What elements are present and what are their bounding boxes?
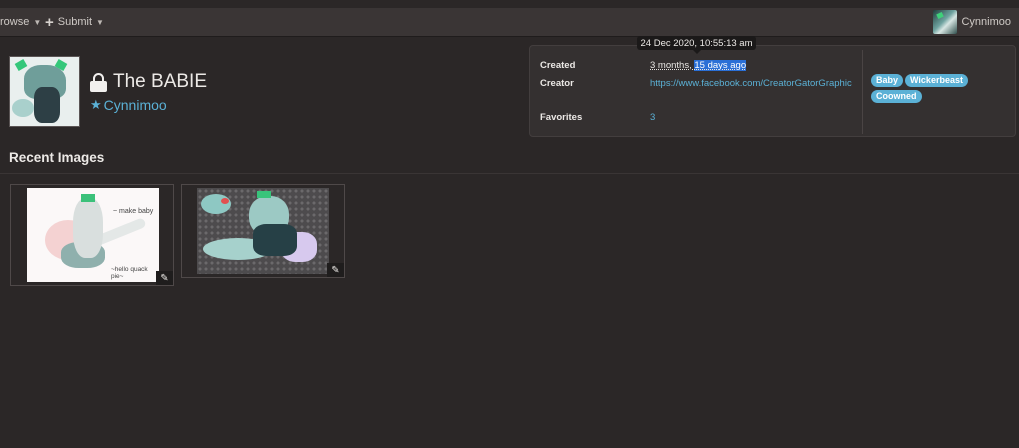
star-icon: ★ [90, 97, 102, 112]
image-thumbnail[interactable]: ~ make baby ~hello quack pie~ ✎ [10, 184, 174, 286]
created-date-tooltip: 24 Dec 2020, 10:55:13 am [637, 36, 756, 54]
created-value: 3 months, 15 days ago [650, 60, 747, 71]
favorites-label: Favorites [540, 112, 583, 123]
thumbnail-image[interactable] [197, 188, 329, 274]
caret-down-icon: ▼ [96, 17, 104, 27]
user-avatar [933, 10, 958, 34]
tag-baby[interactable]: Baby [871, 74, 904, 87]
created-label: Created [540, 60, 576, 71]
owner-link[interactable]: ★ Cynnimoo [90, 97, 167, 113]
panel-divider [862, 50, 863, 134]
created-value-text: 3 months, [650, 60, 695, 71]
lock-icon [90, 72, 107, 92]
submit-label: Submit [57, 16, 93, 28]
image-thumbnail[interactable]: ✎ [181, 184, 345, 278]
thumbnail-image[interactable]: ~ make baby ~hello quack pie~ [27, 188, 159, 282]
creator-label: Creator [540, 78, 574, 89]
owner-name: Cynnimoo [103, 97, 167, 113]
caret-down-icon: ▼ [33, 17, 42, 27]
creator-link[interactable]: https://www.facebook.com/CreatorGatorGra… [650, 77, 858, 90]
created-value-selected: 15 days ago [694, 60, 747, 71]
tag-coowned[interactable]: Coowned [871, 90, 922, 103]
thumbnail-handwriting: ~hello quack pie~ [111, 266, 148, 280]
character-avatar[interactable] [9, 56, 80, 127]
user-menu[interactable]: Cynnimoo [933, 8, 1011, 36]
pencil-icon[interactable]: ✎ [327, 263, 344, 277]
submit-menu[interactable]: + Submit ▼ [45, 8, 104, 36]
browse-label: rowse [0, 16, 30, 28]
section-divider [0, 173, 1019, 174]
character-name: The BABIE [113, 71, 207, 92]
character-info-panel: Created 3 months, 15 days ago Creator ht… [529, 45, 1016, 137]
thumbnail-handwriting: ~ make baby [113, 208, 154, 215]
tag-list: Baby Wickerbeast Coowned [871, 74, 1001, 106]
tag-wickerbeast[interactable]: Wickerbeast [905, 74, 968, 87]
plus-icon: + [45, 13, 54, 31]
favorites-count[interactable]: 3 [650, 112, 655, 123]
pencil-icon[interactable]: ✎ [156, 271, 173, 285]
top-navbar: rowse ▼ + Submit ▼ Cynnimoo [0, 8, 1019, 37]
recent-images-heading: Recent Images [9, 150, 105, 165]
browse-menu[interactable]: rowse ▼ [0, 8, 41, 36]
user-name: Cynnimoo [961, 16, 1011, 28]
character-title: The BABIE [90, 71, 207, 93]
